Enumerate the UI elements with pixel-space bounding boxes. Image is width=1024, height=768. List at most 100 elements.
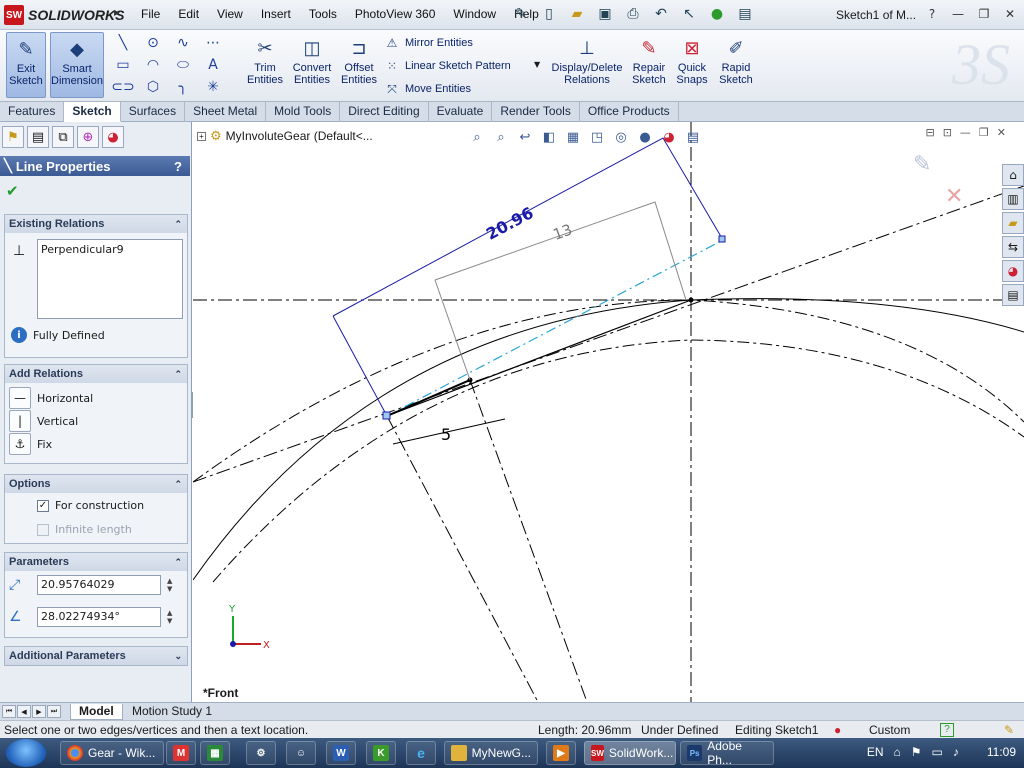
point-tool-icon[interactable]: ✳ [198,78,228,96]
graphics-area[interactable]: 20.96 13 5 Y X + ⚙ MyInvoluteGear (Defau… [193,122,1024,702]
relations-list[interactable]: Perpendicular9 [37,239,183,319]
print-icon[interactable]: ⎙ [622,4,644,24]
slot-tool-icon[interactable]: ⊂⊃ [108,78,138,96]
design-library-icon[interactable]: ▥ [1002,188,1024,210]
rectangle-tool-icon[interactable]: ▭ [108,56,138,74]
origin-point[interactable] [688,297,694,303]
apply-scene-icon[interactable]: ◕ [659,128,679,146]
viewport-split-icon[interactable]: ⊟ [925,126,934,139]
spline-tool-icon[interactable]: ∿ [168,34,198,52]
view-palette-icon[interactable]: ⇆ [1002,236,1024,258]
ellipse-tool-icon[interactable]: ⬭ [168,56,198,74]
previous-view-icon[interactable]: ↩ [515,128,535,146]
viewport-restore-icon[interactable]: ❐ [979,126,989,139]
rebuild-icon[interactable]: ● [706,4,728,24]
fillet-tool-icon[interactable]: ╮ [168,78,198,96]
undo-icon[interactable]: ↶ [650,4,672,24]
app-logo[interactable]: SW SOLIDWORKS ▸ [4,5,124,25]
trim-entities-button[interactable]: ✂ Trim Entities [244,32,286,98]
tray-volume-icon[interactable]: ♪ [953,745,959,759]
circle-tool-icon[interactable]: ⊙ [138,34,168,52]
taskbar-ie[interactable]: e [406,741,436,765]
relation-vertical-button[interactable]: | Vertical [9,410,78,432]
restore-icon[interactable]: ❐ [974,5,994,23]
configuration-manager-icon[interactable]: ⧉ [52,126,74,148]
units-selector[interactable]: Custom [869,723,910,737]
viewport-minimize-icon[interactable]: — [960,126,971,139]
start-button[interactable] [6,739,46,767]
options-icon[interactable]: ▤ [734,4,756,24]
tab-direct-editing[interactable]: Direct Editing [340,102,429,122]
dimension-5[interactable]: 5 [441,425,451,444]
tab-model[interactable]: Model [70,704,123,720]
options-header[interactable]: Options ⌃ [5,475,187,493]
convert-entities-button[interactable]: ◫ Convert Entities [290,32,334,98]
menu-file[interactable]: File [132,7,169,21]
prev-tab-icon[interactable]: ◀ [17,705,31,718]
tab-office-products[interactable]: Office Products [580,102,679,122]
offset-entities-button[interactable]: ⊐ Offset Entities [338,32,380,98]
selected-construction-line[interactable] [386,239,724,417]
tab-sketch[interactable]: Sketch [64,102,121,122]
taskbar-gmail[interactable]: M [166,741,196,765]
mirror-entities-button[interactable]: ⚠ Mirror Entities [384,35,473,51]
clock[interactable]: 11:09 [987,745,1016,759]
line-endpoint-handle[interactable] [718,235,726,243]
length-input[interactable]: 20.95764029 [37,575,161,595]
taskbar-folder[interactable]: MyNewG... [444,741,538,765]
angle-spinner[interactable]: ▲ ▼ [167,609,172,625]
taskbar-settings[interactable]: ⚙ [246,741,276,765]
status-help-button[interactable]: ? [940,723,954,737]
dimension-13[interactable]: 13 [551,220,575,243]
tab-motion-study[interactable]: Motion Study 1 [124,704,220,720]
exit-sketch-button[interactable]: ✎ Exit Sketch [6,32,46,98]
viewport-close-icon[interactable]: ✕ [997,126,1006,139]
viewport-link-icon[interactable]: ⊡ [943,126,952,139]
relation-fix-button[interactable]: ⚓ Fix [9,433,52,455]
menu-view[interactable]: View [208,7,252,21]
section-view-icon[interactable]: ◧ [539,128,559,146]
last-tab-icon[interactable]: ⏭ [47,705,61,718]
tag-icon[interactable]: ✎ [1004,723,1014,737]
cancel-corner-icon[interactable]: ✕ [945,184,963,209]
line-tool-icon[interactable]: ╲ [108,34,138,52]
tab-mold-tools[interactable]: Mold Tools [266,102,341,122]
feature-tree-root[interactable]: + ⚙ MyInvoluteGear (Default<... [197,128,373,144]
taskbar-people[interactable]: ☺ [286,741,316,765]
point-grid-icon[interactable]: ⋯ [198,34,228,52]
relation-horizontal-button[interactable]: — Horizontal [9,387,93,409]
new-document-icon[interactable]: ▯ [538,4,560,24]
dimxpert-manager-icon[interactable]: ⊕ [77,126,99,148]
save-icon[interactable]: ▣ [594,4,616,24]
existing-relations-header[interactable]: Existing Relations ⌃ [5,215,187,233]
tray-flag-icon[interactable]: ⚑ [911,745,922,759]
help-button[interactable]: ? [922,5,942,23]
first-tab-icon[interactable]: ⏮ [2,705,16,718]
menu-window[interactable]: Window [444,7,505,21]
angle-input[interactable]: 28.02274934° [37,607,161,627]
display-delete-relations-button[interactable]: ⊥ Display/Delete Relations [548,32,626,98]
polygon-tool-icon[interactable]: ⬡ [138,78,168,96]
tab-evaluate[interactable]: Evaluate [429,102,493,122]
text-tool-icon[interactable]: A [198,56,228,74]
custom-properties-icon[interactable]: ▤ [1002,284,1024,306]
parameters-header[interactable]: Parameters ⌃ [5,553,187,571]
infinite-length-checkbox[interactable] [37,523,49,536]
taskbar-photoshop[interactable]: Ps Adobe Ph... [680,739,774,767]
tab-render-tools[interactable]: Render Tools [492,102,580,122]
pattern-dropdown-icon[interactable]: ▼ [534,60,540,69]
menu-photoview[interactable]: PhotoView 360 [346,7,445,21]
tab-sheet-metal[interactable]: Sheet Metal [185,102,267,122]
additional-parameters-header[interactable]: Additional Parameters ⌄ [5,647,187,665]
for-construction-checkbox[interactable]: ✓ [37,499,49,512]
tab-surfaces[interactable]: Surfaces [121,102,186,122]
feature-manager-icon[interactable]: ⚑ [2,126,24,148]
linear-sketch-pattern-button[interactable]: ⁙ Linear Sketch Pattern [384,58,511,74]
view-settings-icon[interactable]: ▤ [683,128,703,146]
logo-flyout-arrow-icon[interactable]: ▸ [114,5,120,19]
hide-show-icon[interactable]: ◎ [611,128,631,146]
menu-edit[interactable]: Edit [169,7,208,21]
select-arrow-icon[interactable]: ↖ [678,4,700,24]
display-style-icon[interactable]: ◳ [587,128,607,146]
length-spinner[interactable]: ▲ ▼ [167,577,172,593]
